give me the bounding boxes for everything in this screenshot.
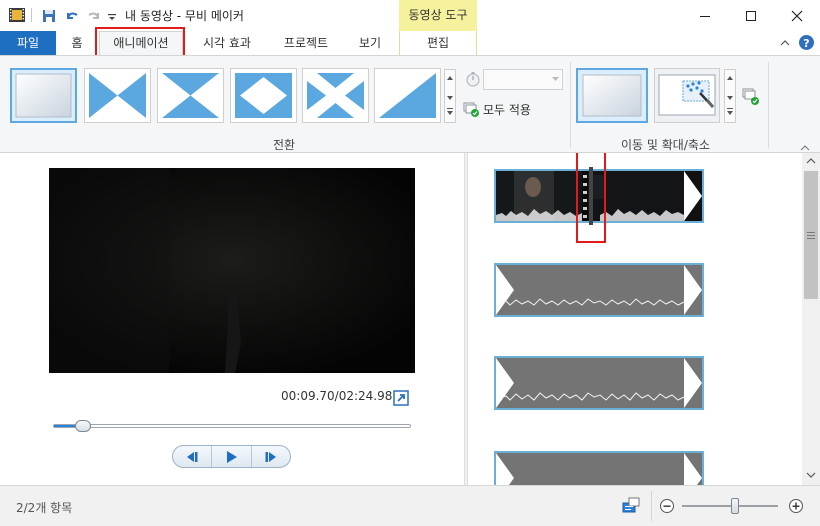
maximize-icon xyxy=(746,10,756,21)
duration-stopwatch-icon xyxy=(466,72,480,87)
pan-zoom-apply-all-icon[interactable] xyxy=(742,88,760,106)
play-icon xyxy=(227,450,238,463)
pan-zoom-gallery-scroll[interactable] xyxy=(724,69,736,123)
diamond-transition-icon xyxy=(235,73,292,118)
playback-time: 00:09.70/02:24.98 xyxy=(281,389,393,403)
thumbnail-size-icon[interactable] xyxy=(621,497,641,515)
close-icon xyxy=(791,10,803,21)
apply-to-all-button[interactable]: 모두 적용 xyxy=(463,100,531,118)
scroll-down-arrow-icon[interactable] xyxy=(806,471,816,479)
scroll-up-arrow-icon[interactable] xyxy=(806,157,816,165)
pan-zoom-automatic[interactable] xyxy=(654,68,720,123)
tab-view[interactable]: 보기 xyxy=(350,31,390,55)
zoom-out-icon[interactable] xyxy=(659,498,675,514)
gallery-arrows-icon xyxy=(727,76,733,115)
play-button[interactable] xyxy=(212,446,252,467)
next-frame-button[interactable] xyxy=(252,446,290,467)
movie-maker-app-icon[interactable] xyxy=(8,6,26,24)
storyboard-pane xyxy=(468,153,802,485)
transition-bowtie-vertical[interactable] xyxy=(84,68,151,123)
diagonal-wipe-transition-icon xyxy=(379,73,436,118)
transitions-group-label: 전환 xyxy=(273,138,296,152)
redo-icon[interactable] xyxy=(86,7,102,25)
customize-toolbar-dropdown-icon[interactable] xyxy=(107,7,117,25)
seek-bar[interactable] xyxy=(53,420,411,432)
seek-thumb[interactable] xyxy=(74,420,91,432)
transition-bowtie-horizontal[interactable] xyxy=(157,68,224,123)
window-title: 내 동영상 - 무비 메이커 xyxy=(125,9,244,23)
bowtie-horizontal-transition-icon xyxy=(162,73,219,118)
no-transition-icon xyxy=(15,73,72,118)
clip-waveform xyxy=(496,358,702,408)
ribbon-tab-bar: 파일 홈 애니메이션 시각 효과 프로젝트 보기 편집 ? xyxy=(0,31,820,55)
next-frame-icon xyxy=(265,451,276,462)
tab-visual-effects[interactable]: 시각 효과 xyxy=(192,31,262,55)
minimize-ribbon-icon[interactable] xyxy=(780,38,790,48)
item-count: 2/2개 항목 xyxy=(16,501,73,515)
transition-none[interactable] xyxy=(10,68,77,123)
playback-indicator[interactable] xyxy=(589,167,593,225)
scroll-thumb[interactable] xyxy=(804,171,818,299)
clip-audio-3[interactable] xyxy=(494,356,704,410)
previous-frame-button[interactable] xyxy=(173,446,213,467)
transition-diamond[interactable] xyxy=(230,68,297,123)
tab-edit[interactable]: 편집 xyxy=(399,31,477,55)
clip-audio-2[interactable] xyxy=(494,263,704,317)
clip-waveform xyxy=(496,453,702,485)
status-separator xyxy=(651,491,652,521)
ribbon-animations-panel: 모두 적용 전환 이동 및 확대/축소 xyxy=(0,55,820,153)
scroll-grip-icon xyxy=(807,232,815,239)
previous-frame-icon xyxy=(187,451,198,462)
bowtie-vertical-transition-icon xyxy=(89,73,146,118)
dropdown-arrow-icon xyxy=(552,77,559,81)
tab-project[interactable]: 프로젝트 xyxy=(272,31,340,55)
transitions-gallery-scroll[interactable] xyxy=(444,69,456,123)
storyboard-scrollbar[interactable] xyxy=(802,153,820,485)
close-button[interactable] xyxy=(774,0,820,31)
group-separator xyxy=(768,62,769,148)
video-frame xyxy=(49,168,415,373)
tab-animations[interactable]: 애니메이션 xyxy=(99,31,183,55)
video-tools-tab-group: 동영상 도구 xyxy=(399,0,477,31)
title-bar: 내 동영상 - 무비 메이커 동영상 도구 xyxy=(0,0,820,31)
video-preview[interactable] xyxy=(49,168,415,373)
save-icon[interactable] xyxy=(41,7,57,25)
clip-thumbnail xyxy=(496,171,702,221)
toolbar-separator xyxy=(31,8,32,22)
zoom-in-icon[interactable] xyxy=(788,498,804,514)
fullscreen-preview-icon[interactable] xyxy=(393,390,409,406)
clip-waveform xyxy=(496,265,702,315)
clip-audio-4[interactable] xyxy=(494,451,704,485)
auto-pan-zoom-icon xyxy=(658,74,716,116)
help-icon[interactable]: ? xyxy=(798,34,815,51)
svg-text:?: ? xyxy=(803,37,809,50)
apply-to-all-label: 모두 적용 xyxy=(483,102,531,117)
maximize-button[interactable] xyxy=(728,0,774,31)
undo-icon[interactable] xyxy=(64,7,80,25)
playback-controls xyxy=(172,445,291,468)
preview-pane: 00:09.70/02:24.98 xyxy=(0,153,464,485)
minimize-icon xyxy=(700,15,710,17)
group-separator xyxy=(570,62,571,148)
zoom-slider-track[interactable] xyxy=(682,498,778,514)
pan-zoom-none[interactable] xyxy=(576,68,648,123)
no-pan-zoom-icon xyxy=(582,74,642,117)
tab-file[interactable]: 파일 xyxy=(0,31,56,55)
minimize-button[interactable] xyxy=(682,0,728,31)
transition-cross[interactable] xyxy=(302,68,369,123)
cross-transition-icon xyxy=(307,73,364,118)
pan-zoom-group-label: 이동 및 확대/축소 xyxy=(621,138,710,152)
duration-combo[interactable] xyxy=(483,69,563,90)
zoom-slider-thumb[interactable] xyxy=(730,498,739,514)
apply-all-icon xyxy=(463,102,479,117)
gallery-arrows-icon xyxy=(447,76,453,115)
tab-home[interactable]: 홈 xyxy=(62,31,92,55)
transition-diagonal-wipe[interactable] xyxy=(374,68,441,123)
ribbon-expand-icon[interactable] xyxy=(800,144,810,152)
status-bar: 2/2개 항목 xyxy=(0,485,820,526)
clip-video-1[interactable] xyxy=(494,169,704,223)
